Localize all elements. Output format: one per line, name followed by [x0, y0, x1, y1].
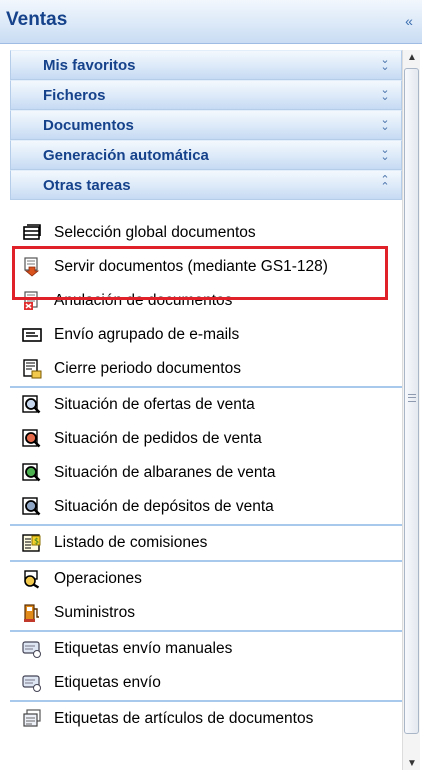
task-cierre-periodo[interactable]: Cierre periodo documentos [10, 352, 402, 386]
group-label: Documentos [43, 117, 134, 134]
task-envio-emails[interactable]: Envío agrupado de e-mails [10, 318, 402, 352]
money-list-icon: $ [22, 534, 41, 552]
chevron-down-icon[interactable]: ⌄ ⌄ [379, 115, 391, 133]
task-situacion-pedidos[interactable]: Situación de pedidos de venta [10, 422, 402, 456]
group-label: Generación automática [43, 147, 209, 164]
article-labels-icon [23, 709, 41, 727]
group-documentos[interactable]: Documentos ⌄ ⌄ [10, 110, 402, 140]
highlight-box [12, 246, 388, 300]
task-etiquetas-envio[interactable]: Etiquetas envío [10, 666, 402, 700]
magnifier-document-icon [22, 395, 41, 414]
task-label: Cierre periodo documentos [54, 360, 241, 377]
task-label: Etiquetas envío manuales [54, 640, 233, 657]
task-situacion-depositos[interactable]: Situación de depósitos de venta [10, 490, 402, 524]
group-label: Ficheros [43, 87, 106, 104]
panel-title: Ventas [6, 9, 68, 30]
task-etiquetas-articulos[interactable]: Etiquetas de artículos de documentos [10, 702, 402, 736]
task-label: Selección global documentos [54, 224, 256, 241]
task-seleccion-global[interactable]: Selección global documentos [10, 216, 402, 250]
group-otras-tareas[interactable]: Otras tareas ⌃ ⌃ [10, 170, 402, 200]
task-suministros[interactable]: Suministros [10, 596, 402, 630]
group-generacion-automatica[interactable]: Generación automática ⌄ ⌄ [10, 140, 402, 170]
group-mis-favoritos[interactable]: Mis favoritos ⌄ ⌄ [10, 50, 402, 80]
vertical-scrollbar[interactable]: ▲ ▼ [402, 50, 420, 770]
magnifier-document-green-icon [22, 463, 41, 482]
task-label: Situación de depósitos de venta [54, 498, 274, 515]
scroll-up-arrow-icon[interactable]: ▲ [406, 52, 418, 64]
group-headers: Mis favoritos ⌄ ⌄ Ficheros ⌄ ⌄ Documentos … [10, 50, 402, 200]
magnifier-document-red-icon [22, 429, 41, 448]
task-label: Listado de comisiones [54, 534, 208, 551]
group-ficheros[interactable]: Ficheros ⌄ ⌄ [10, 80, 402, 110]
task-label: Situación de pedidos de venta [54, 430, 262, 447]
task-label: Situación de albaranes de venta [54, 464, 276, 481]
double-chevron-left-icon[interactable]: « [402, 14, 416, 28]
group-label: Mis favoritos [43, 57, 136, 74]
grip-icon [408, 394, 416, 402]
panel-header: Ventas « [0, 0, 422, 44]
label-hand-icon [22, 641, 41, 658]
magnifier-document-dark-icon [22, 497, 41, 516]
task-label: Operaciones [54, 570, 142, 587]
documents-stack-icon [23, 224, 41, 240]
task-label: Etiquetas de artículos de documentos [54, 710, 314, 727]
email-icon [22, 328, 42, 342]
chevron-down-icon[interactable]: ⌄ ⌄ [379, 85, 391, 103]
chevron-down-icon[interactable]: ⌄ ⌄ [379, 145, 391, 163]
document-lock-icon [23, 359, 42, 379]
task-label: Suministros [54, 604, 135, 621]
label-icon [22, 675, 41, 692]
task-label: Situación de ofertas de venta [54, 396, 255, 413]
task-situacion-albaranes[interactable]: Situación de albaranes de venta [10, 456, 402, 490]
task-listado-comisiones[interactable]: $ Listado de comisiones [10, 526, 402, 560]
task-situacion-ofertas[interactable]: Situación de ofertas de venta [10, 388, 402, 422]
task-etiquetas-envio-manuales[interactable]: Etiquetas envío manuales [10, 632, 402, 666]
svg-text:$: $ [34, 537, 39, 546]
fuel-pump-icon [24, 604, 39, 622]
task-label: Etiquetas envío [54, 674, 161, 691]
task-operaciones[interactable]: Operaciones [10, 562, 402, 596]
scroll-thumb[interactable] [404, 68, 419, 734]
chevron-up-icon[interactable]: ⌃ ⌃ [379, 175, 391, 193]
operations-icon [24, 570, 40, 589]
scroll-down-arrow-icon[interactable]: ▼ [406, 758, 418, 770]
chevron-down-icon[interactable]: ⌄ ⌄ [379, 55, 391, 73]
task-label: Envío agrupado de e-mails [54, 326, 240, 343]
group-label: Otras tareas [43, 177, 131, 194]
